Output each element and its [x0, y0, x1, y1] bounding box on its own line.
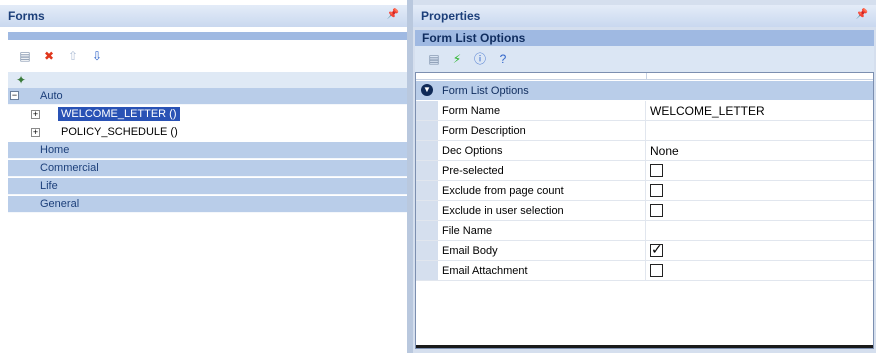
- category-life[interactable]: Life: [8, 178, 407, 195]
- row-gutter: [416, 141, 438, 160]
- property-row-pre-selected[interactable]: Pre-selected: [416, 161, 873, 181]
- collapse-icon[interactable]: −: [10, 91, 19, 100]
- grid-top-spacer: [416, 73, 873, 80]
- pin-icon[interactable]: 📌: [856, 9, 868, 20]
- category-label: Commercial: [40, 162, 99, 174]
- help-icon[interactable]: ?: [496, 52, 510, 66]
- category-label: General: [40, 198, 80, 210]
- property-value[interactable]: [650, 161, 873, 180]
- property-value[interactable]: [650, 121, 873, 140]
- move-down-icon[interactable]: ⇩: [90, 49, 104, 63]
- row-gutter: [416, 161, 438, 180]
- collapse-caret-icon[interactable]: ▼: [421, 84, 433, 96]
- property-name: Dec Options: [442, 141, 646, 160]
- category-general[interactable]: General: [8, 196, 407, 213]
- pin-icon[interactable]: 📌: [387, 9, 399, 20]
- property-value[interactable]: [650, 221, 873, 240]
- category-label: Home: [40, 144, 70, 156]
- form-item[interactable]: + WELCOME_LETTER (): [8, 106, 407, 123]
- category-home[interactable]: Home: [8, 142, 407, 159]
- property-value[interactable]: [650, 241, 873, 260]
- properties-icon[interactable]: ▤: [18, 49, 32, 63]
- forms-toolbar: ▤ ✖ ⇧ ⇩: [8, 40, 407, 72]
- property-checkbox[interactable]: [650, 164, 663, 177]
- events-icon[interactable]: ⚡: [450, 52, 464, 66]
- row-gutter: [416, 101, 438, 120]
- property-row-email-body[interactable]: Email Body: [416, 241, 873, 261]
- property-row-file-name[interactable]: File Name: [416, 221, 873, 241]
- property-row-form-description[interactable]: Form Description: [416, 121, 873, 141]
- property-name: Exclude in user selection: [442, 201, 646, 220]
- forms-header-band: [8, 32, 407, 40]
- properties-toolbar: ▤ ⚡ ⓘ?: [415, 46, 874, 72]
- grid-category-form-list-options[interactable]: ▼ Form List Options: [416, 81, 873, 100]
- grid-bottom-border: [416, 345, 873, 348]
- property-name: Form Name: [442, 101, 646, 120]
- property-name: Exclude from page count: [442, 181, 646, 200]
- property-name: Pre-selected: [442, 161, 646, 180]
- forms-add-row: ✦: [8, 72, 407, 88]
- property-row-dec-options[interactable]: Dec Options None: [416, 141, 873, 161]
- expand-icon[interactable]: +: [31, 110, 40, 119]
- row-gutter: [416, 241, 438, 260]
- form-item-label[interactable]: WELCOME_LETTER (): [57, 106, 181, 122]
- row-gutter: [416, 121, 438, 140]
- category-auto[interactable]: − Auto: [8, 88, 407, 105]
- grid-category-label: Form List Options: [442, 84, 529, 97]
- row-gutter: [416, 261, 438, 280]
- category-label: Auto: [40, 90, 63, 102]
- properties-subheader: Form List Options: [415, 30, 874, 46]
- row-gutter: [416, 221, 438, 240]
- forms-panel: Forms 📌 ▤ ✖ ⇧ ⇩ ✦ − Auto + WELCOME_LETTER () + P…: [0, 0, 407, 353]
- row-gutter: [416, 201, 438, 220]
- property-checkbox[interactable]: [650, 204, 663, 217]
- expand-icon[interactable]: +: [31, 128, 40, 137]
- property-checkbox[interactable]: [650, 264, 663, 277]
- row-gutter: [416, 181, 438, 200]
- property-value[interactable]: [650, 201, 873, 220]
- move-up-icon[interactable]: ⇧: [66, 49, 80, 63]
- category-commercial[interactable]: Commercial: [8, 160, 407, 177]
- property-value[interactable]: None: [650, 141, 873, 160]
- categorized-icon[interactable]: ▤: [427, 52, 441, 66]
- property-name: Form Description: [442, 121, 646, 140]
- form-item-label[interactable]: POLICY_SCHEDULE (): [58, 125, 181, 139]
- properties-title-text: Properties: [421, 9, 481, 23]
- property-name: Email Body: [442, 241, 646, 260]
- property-row-exclude-from-page-count[interactable]: Exclude from page count: [416, 181, 873, 201]
- forms-title-text: Forms: [8, 9, 45, 23]
- info-icon[interactable]: ⓘ: [473, 52, 487, 66]
- property-grid: ▼ Form List Options Form Name WELCOME_LET…: [415, 72, 874, 349]
- property-row-exclude-in-user-selection[interactable]: Exclude in user selection: [416, 201, 873, 221]
- property-checkbox[interactable]: [650, 184, 663, 197]
- property-value[interactable]: [650, 261, 873, 280]
- property-row-email-attachment[interactable]: Email Attachment: [416, 261, 873, 281]
- property-value[interactable]: WELCOME_LETTER: [650, 101, 873, 120]
- category-label: Life: [40, 180, 58, 192]
- property-value[interactable]: [650, 181, 873, 200]
- form-item[interactable]: + POLICY_SCHEDULE (): [8, 124, 407, 141]
- properties-panel: Properties 📌 Form List Options ▤ ⚡ ⓘ? ▼ Fo…: [413, 0, 876, 353]
- forms-panel-title: Forms 📌: [0, 5, 407, 27]
- property-name: File Name: [442, 221, 646, 240]
- property-checkbox[interactable]: [650, 241, 663, 258]
- add-form-icon[interactable]: ✦: [14, 73, 28, 87]
- delete-icon[interactable]: ✖: [42, 49, 56, 63]
- properties-panel-title: Properties 📌: [413, 5, 876, 27]
- property-name: Email Attachment: [442, 261, 646, 280]
- property-row-form-name[interactable]: Form Name WELCOME_LETTER: [416, 101, 873, 121]
